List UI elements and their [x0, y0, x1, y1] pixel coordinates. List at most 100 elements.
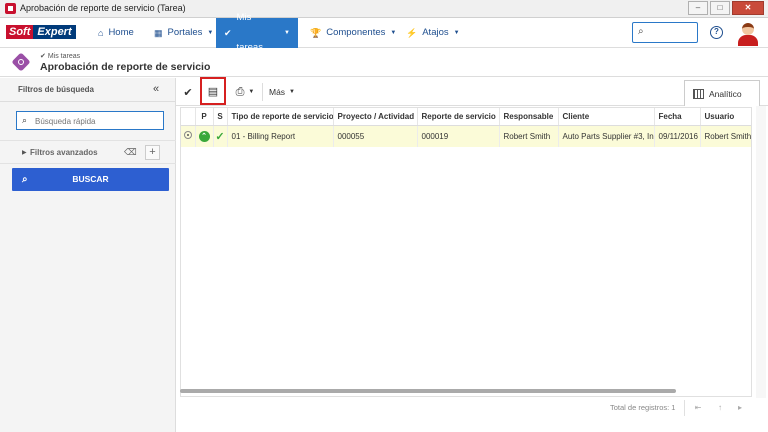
- chevron-down-icon: ▼: [390, 30, 397, 36]
- cell-reporte: 000019: [417, 125, 500, 147]
- help-icon[interactable]: ?: [710, 26, 723, 39]
- print-button[interactable]: ⎙ ▼: [230, 82, 263, 102]
- search-icon: ⌕: [22, 174, 28, 185]
- cell-usuario: Robert Smith: [700, 125, 751, 147]
- nav-componentes-label: Componentes: [326, 27, 386, 38]
- search-button-label: BUSCAR: [72, 174, 109, 184]
- table-row[interactable]: ⌃ ✓ 01 - Billing Report 000055 000019 Ro…: [181, 125, 751, 147]
- task-type-icon-inner: [18, 59, 24, 65]
- search-button[interactable]: ⌕ BUSCAR: [12, 168, 169, 191]
- horizontal-scrollbar[interactable]: [180, 389, 676, 393]
- tab-analitico[interactable]: Analítico: [684, 80, 760, 106]
- search-icon: ⌕: [638, 26, 644, 37]
- priority-up-icon: ⌃: [198, 130, 210, 142]
- first-page-icon[interactable]: ⇤: [690, 401, 706, 415]
- app-icon: [5, 3, 16, 14]
- advanced-filters[interactable]: ▶ Filtros avanzados ⌫ +: [0, 140, 176, 164]
- avatar-body: [738, 35, 758, 46]
- chevron-down-icon: ▼: [453, 30, 460, 36]
- chevron-down-icon: ▼: [289, 89, 295, 95]
- col-header-proyecto[interactable]: Proyecto / Actividad: [333, 108, 418, 126]
- nav-portales-label: Portales: [167, 27, 203, 38]
- breadcrumb-label: Mis tareas: [47, 53, 81, 60]
- nav-atajos[interactable]: ⚡ Atajos ▼: [398, 18, 468, 48]
- sidebar-title: Filtros de búsqueda: [18, 85, 95, 94]
- nav-home-label: Home: [108, 27, 134, 38]
- maximize-button[interactable]: □: [710, 1, 730, 15]
- nav-portales[interactable]: ▦ Portales ▼: [146, 18, 221, 48]
- nav-atajos-label: Atajos: [422, 27, 449, 38]
- clear-filters-icon[interactable]: ⌫: [124, 147, 137, 158]
- results-grid: P S Tipo de reporte de servicio Proyecto…: [180, 107, 752, 397]
- col-header-tipo[interactable]: Tipo de reporte de servicio: [227, 108, 334, 126]
- logo-part-2: Expert: [33, 25, 76, 39]
- global-search-input[interactable]: ⌕: [632, 22, 698, 43]
- prev-page-icon[interactable]: ↑: [712, 401, 728, 415]
- priority-cell: ⌃: [195, 125, 214, 147]
- window-titlebar: Aprobación de reporte de servicio (Tarea…: [0, 0, 768, 18]
- search-icon: ⌕: [22, 115, 28, 125]
- grid-footer: Total de registros: 1 ⇤ ↑ ▸: [180, 396, 752, 418]
- col-header-reporte[interactable]: Reporte de servicio: [417, 108, 500, 126]
- nav-mis-tareas[interactable]: ✔ Mis tareas ▼: [216, 12, 298, 53]
- chevron-right-icon: ▶: [22, 150, 27, 156]
- nav-home[interactable]: ⌂ Home: [90, 18, 142, 48]
- page-title: Aprobación de reporte de servicio: [40, 61, 211, 73]
- minimize-button[interactable]: –: [688, 1, 708, 15]
- cell-responsable: Robert Smith: [499, 125, 559, 147]
- cell-cliente: Auto Parts Supplier #3, Inc.: [558, 125, 655, 147]
- view-record-button[interactable]: ▤: [200, 77, 226, 105]
- status-check-icon: ✓: [215, 130, 225, 143]
- status-cell: ✓: [213, 125, 228, 147]
- vertical-scrollbar[interactable]: [756, 106, 766, 398]
- nav-componentes[interactable]: 🏆 Componentes ▼: [302, 18, 404, 48]
- page-header: ✔ Mis tareas Aprobación de reporte de se…: [0, 48, 768, 77]
- col-header-s[interactable]: S: [213, 108, 228, 126]
- col-header-p[interactable]: P: [195, 108, 214, 126]
- grid-header-row: P S Tipo de reporte de servicio Proyecto…: [181, 108, 751, 126]
- chevron-down-icon: ▼: [284, 30, 290, 36]
- cell-fecha: 09/11/2016: [654, 125, 701, 147]
- checkmark-icon: ✔: [183, 86, 193, 99]
- total-records: Total de registros: 1: [610, 403, 676, 412]
- user-avatar[interactable]: [736, 20, 760, 46]
- col-header-usuario[interactable]: Usuario: [700, 108, 751, 126]
- tab-analitico-label: Analítico: [709, 88, 742, 99]
- radio-icon: [183, 131, 192, 140]
- grid-icon: ▦: [154, 28, 163, 38]
- toolbar: ✔ ▤ ⎙ ▼ Más ▼ Analítico: [176, 77, 768, 106]
- filters-sidebar: Filtros de búsqueda « ⌕ ▶ Filtros avanza…: [0, 78, 176, 432]
- logo-part-1: Soft: [6, 25, 34, 39]
- top-navbar: Soft Expert ⌂ Home ▦ Portales ▼ ✔ Mis tar…: [0, 12, 768, 53]
- avatar-head: [742, 23, 754, 35]
- cell-tipo: 01 - Billing Report: [227, 125, 334, 147]
- breadcrumb[interactable]: ✔ Mis tareas: [40, 52, 80, 60]
- execute-button[interactable]: ✔: [178, 82, 201, 102]
- more-menu-button[interactable]: Más ▼: [266, 82, 298, 102]
- quick-search-input[interactable]: [35, 115, 160, 127]
- col-header-fecha[interactable]: Fecha: [654, 108, 701, 126]
- cell-proyecto: 000055: [333, 125, 418, 147]
- col-header-responsable[interactable]: Responsable: [499, 108, 559, 126]
- window-title: Aprobación de reporte de servicio (Tarea…: [20, 3, 186, 13]
- close-button[interactable]: ✕: [732, 1, 764, 15]
- collapse-icon[interactable]: «: [153, 83, 159, 95]
- next-page-icon[interactable]: ▸: [732, 401, 748, 415]
- check-icon: ✔: [224, 28, 232, 38]
- col-header-cliente[interactable]: Cliente: [558, 108, 655, 126]
- view-record-icon: ▤: [207, 85, 219, 98]
- softexpert-logo[interactable]: Soft Expert: [6, 24, 76, 40]
- trophy-icon: 🏆: [310, 28, 322, 38]
- col-header-select: [181, 108, 196, 126]
- more-menu-label: Más: [268, 87, 286, 97]
- bolt-icon: ⚡: [406, 28, 418, 38]
- add-filter-button[interactable]: +: [145, 145, 160, 160]
- home-icon: ⌂: [98, 28, 104, 38]
- row-select-radio[interactable]: [181, 125, 196, 147]
- advanced-filters-label: Filtros avanzados: [30, 148, 98, 157]
- quick-search-field[interactable]: ⌕: [16, 111, 164, 130]
- chevron-down-icon: ▼: [207, 30, 214, 36]
- sidebar-header: Filtros de búsqueda «: [0, 78, 176, 102]
- chevron-down-icon: ▼: [248, 89, 255, 95]
- table-view-icon: [693, 88, 704, 99]
